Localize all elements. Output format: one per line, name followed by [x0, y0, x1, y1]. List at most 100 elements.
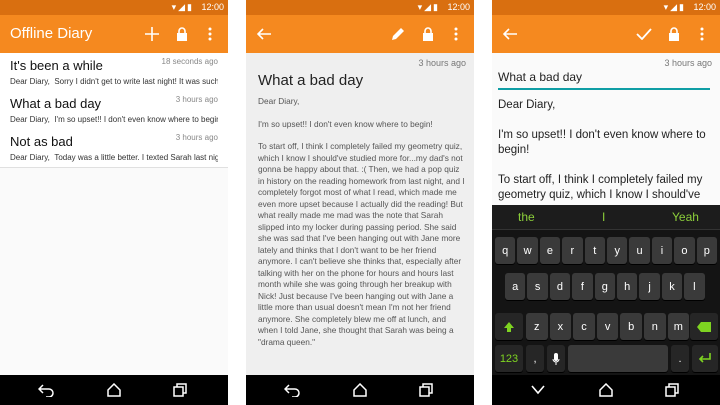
key-f[interactable]: f: [572, 273, 593, 300]
back-arrow-icon[interactable]: [252, 15, 276, 53]
entry-time: 18 seconds ago: [161, 57, 219, 66]
key-m[interactable]: m: [667, 313, 690, 340]
entry-body: Dear Diary, I'm so upset!! I don't even …: [258, 96, 466, 359]
keyboard: the I Yeah qwertyuiop asdfghjkl zxcvbnm 12…: [492, 205, 720, 375]
period-key[interactable]: .: [671, 345, 689, 372]
enter-key[interactable]: [692, 345, 718, 372]
mic-icon[interactable]: [547, 345, 565, 372]
signal-battery-icons: ▾◢▮: [663, 2, 686, 12]
key-w[interactable]: w: [517, 237, 538, 264]
body-textarea[interactable]: Dear Diary, I'm so upset!! I don't even …: [498, 98, 712, 218]
save-check-icon[interactable]: [632, 15, 656, 53]
signal-battery-icons: ▾◢▮: [171, 2, 194, 12]
entry-time: 3 hours ago: [418, 58, 466, 68]
key-t[interactable]: t: [584, 237, 605, 264]
home-nav-icon[interactable]: [598, 382, 614, 398]
body-paragraph: To start off, I think I completely faile…: [498, 174, 703, 201]
key-z[interactable]: z: [526, 313, 548, 340]
key-j[interactable]: j: [639, 273, 660, 300]
suggestion-item[interactable]: I: [602, 210, 605, 224]
entry-preview: Dear Diary, Sorry I didn't get to write …: [10, 77, 218, 86]
recents-nav-icon[interactable]: [172, 382, 188, 398]
entry-time: 3 hours ago: [175, 95, 218, 104]
overflow-menu-icon[interactable]: [444, 15, 468, 53]
status-time: 12:00: [447, 2, 470, 12]
list-item[interactable]: Not as bad 3 hours ago Dear Diary, Today…: [0, 129, 228, 168]
key-h[interactable]: h: [617, 273, 638, 300]
entry-greeting: Dear Diary,: [10, 153, 50, 162]
key-e[interactable]: e: [539, 237, 561, 264]
title-input[interactable]: What a bad day: [498, 70, 710, 90]
back-nav-icon[interactable]: [284, 382, 300, 398]
entry-preview: Dear Diary, I'm so upset!! I don't even …: [10, 115, 218, 124]
key-x[interactable]: x: [549, 313, 572, 340]
entry-greeting: Dear Diary,: [10, 115, 50, 124]
body-paragraph: I'm so upset!! I don't even know where t…: [498, 129, 706, 156]
key-s[interactable]: s: [527, 273, 548, 300]
overflow-menu-icon[interactable]: [198, 15, 222, 53]
entry-title: It's been a while: [10, 58, 103, 73]
entry-greeting: Dear Diary,: [258, 96, 300, 106]
overflow-menu-icon[interactable]: [690, 15, 714, 53]
edit-pencil-icon[interactable]: [386, 15, 410, 53]
suggestion-item[interactable]: the: [518, 210, 535, 224]
edit-screen: ▾◢▮ 12:00 3 hours ago What a bad day Dea…: [492, 0, 720, 405]
key-l[interactable]: l: [684, 273, 705, 300]
entry-paragraph: I'm so upset!! I don't even know where t…: [258, 118, 433, 129]
key-p[interactable]: p: [696, 237, 717, 264]
lock-icon[interactable]: [170, 15, 194, 53]
shift-key[interactable]: [495, 313, 523, 340]
entry-title: What a bad day: [10, 96, 102, 111]
recents-nav-icon[interactable]: [664, 382, 680, 398]
entry-preview-text: Today was a little better. I texted Sara…: [54, 153, 218, 162]
recents-nav-icon[interactable]: [418, 382, 434, 398]
key-v[interactable]: v: [596, 313, 619, 340]
entry-time: 3 hours ago: [664, 58, 712, 68]
list-item[interactable]: What a bad day 3 hours ago Dear Diary, I…: [0, 91, 228, 130]
key-i[interactable]: i: [651, 237, 673, 264]
space-key[interactable]: [568, 345, 668, 372]
suggestion-item[interactable]: Yeah: [672, 210, 699, 224]
key-d[interactable]: d: [549, 273, 571, 300]
status-bar: ▾◢▮ 12:00: [246, 0, 474, 15]
add-icon[interactable]: [140, 15, 164, 53]
numbers-key[interactable]: 123: [495, 345, 523, 372]
entry-time: 3 hours ago: [175, 133, 218, 142]
view-screen: ▾◢▮ 12:00 3 hours ago What a bad day Dea…: [246, 0, 474, 405]
entry-title: Not as bad: [10, 134, 73, 149]
status-time: 12:00: [201, 2, 224, 12]
signal-battery-icons: ▾◢▮: [417, 2, 440, 12]
key-b[interactable]: b: [620, 313, 642, 340]
lock-icon[interactable]: [662, 15, 686, 53]
comma-key[interactable]: ,: [526, 345, 544, 372]
hide-keyboard-icon[interactable]: [530, 382, 546, 398]
key-y[interactable]: y: [607, 237, 628, 264]
home-nav-icon[interactable]: [352, 382, 368, 398]
list-item[interactable]: It's been a while 18 seconds ago Dear Di…: [0, 53, 228, 92]
toolbar: [246, 15, 474, 53]
key-k[interactable]: k: [661, 273, 683, 300]
home-nav-icon[interactable]: [106, 382, 122, 398]
app-title: Offline Diary: [10, 25, 93, 42]
backspace-key[interactable]: [690, 313, 718, 340]
key-c[interactable]: c: [573, 313, 595, 340]
toolbar: [492, 15, 720, 53]
key-u[interactable]: u: [629, 237, 650, 264]
key-o[interactable]: o: [674, 237, 695, 264]
back-arrow-icon[interactable]: [498, 15, 522, 53]
key-n[interactable]: n: [644, 313, 666, 340]
key-r[interactable]: r: [562, 237, 583, 264]
lock-icon[interactable]: [416, 15, 440, 53]
status-time: 12:00: [693, 2, 716, 12]
body-greeting: Dear Diary,: [498, 99, 556, 111]
entry-preview-text: Sorry I didn't get to write last night! …: [54, 77, 218, 86]
suggestion-bar: the I Yeah: [492, 205, 720, 230]
entry-greeting: Dear Diary,: [10, 77, 50, 86]
back-nav-icon[interactable]: [38, 382, 54, 398]
key-a[interactable]: a: [505, 273, 526, 300]
entry-preview: Dear Diary, Today was a little better. I…: [10, 153, 218, 162]
entry-title: What a bad day: [258, 72, 364, 89]
key-g[interactable]: g: [594, 273, 615, 300]
toolbar: Offline Diary: [0, 15, 228, 53]
key-q[interactable]: q: [495, 237, 516, 264]
